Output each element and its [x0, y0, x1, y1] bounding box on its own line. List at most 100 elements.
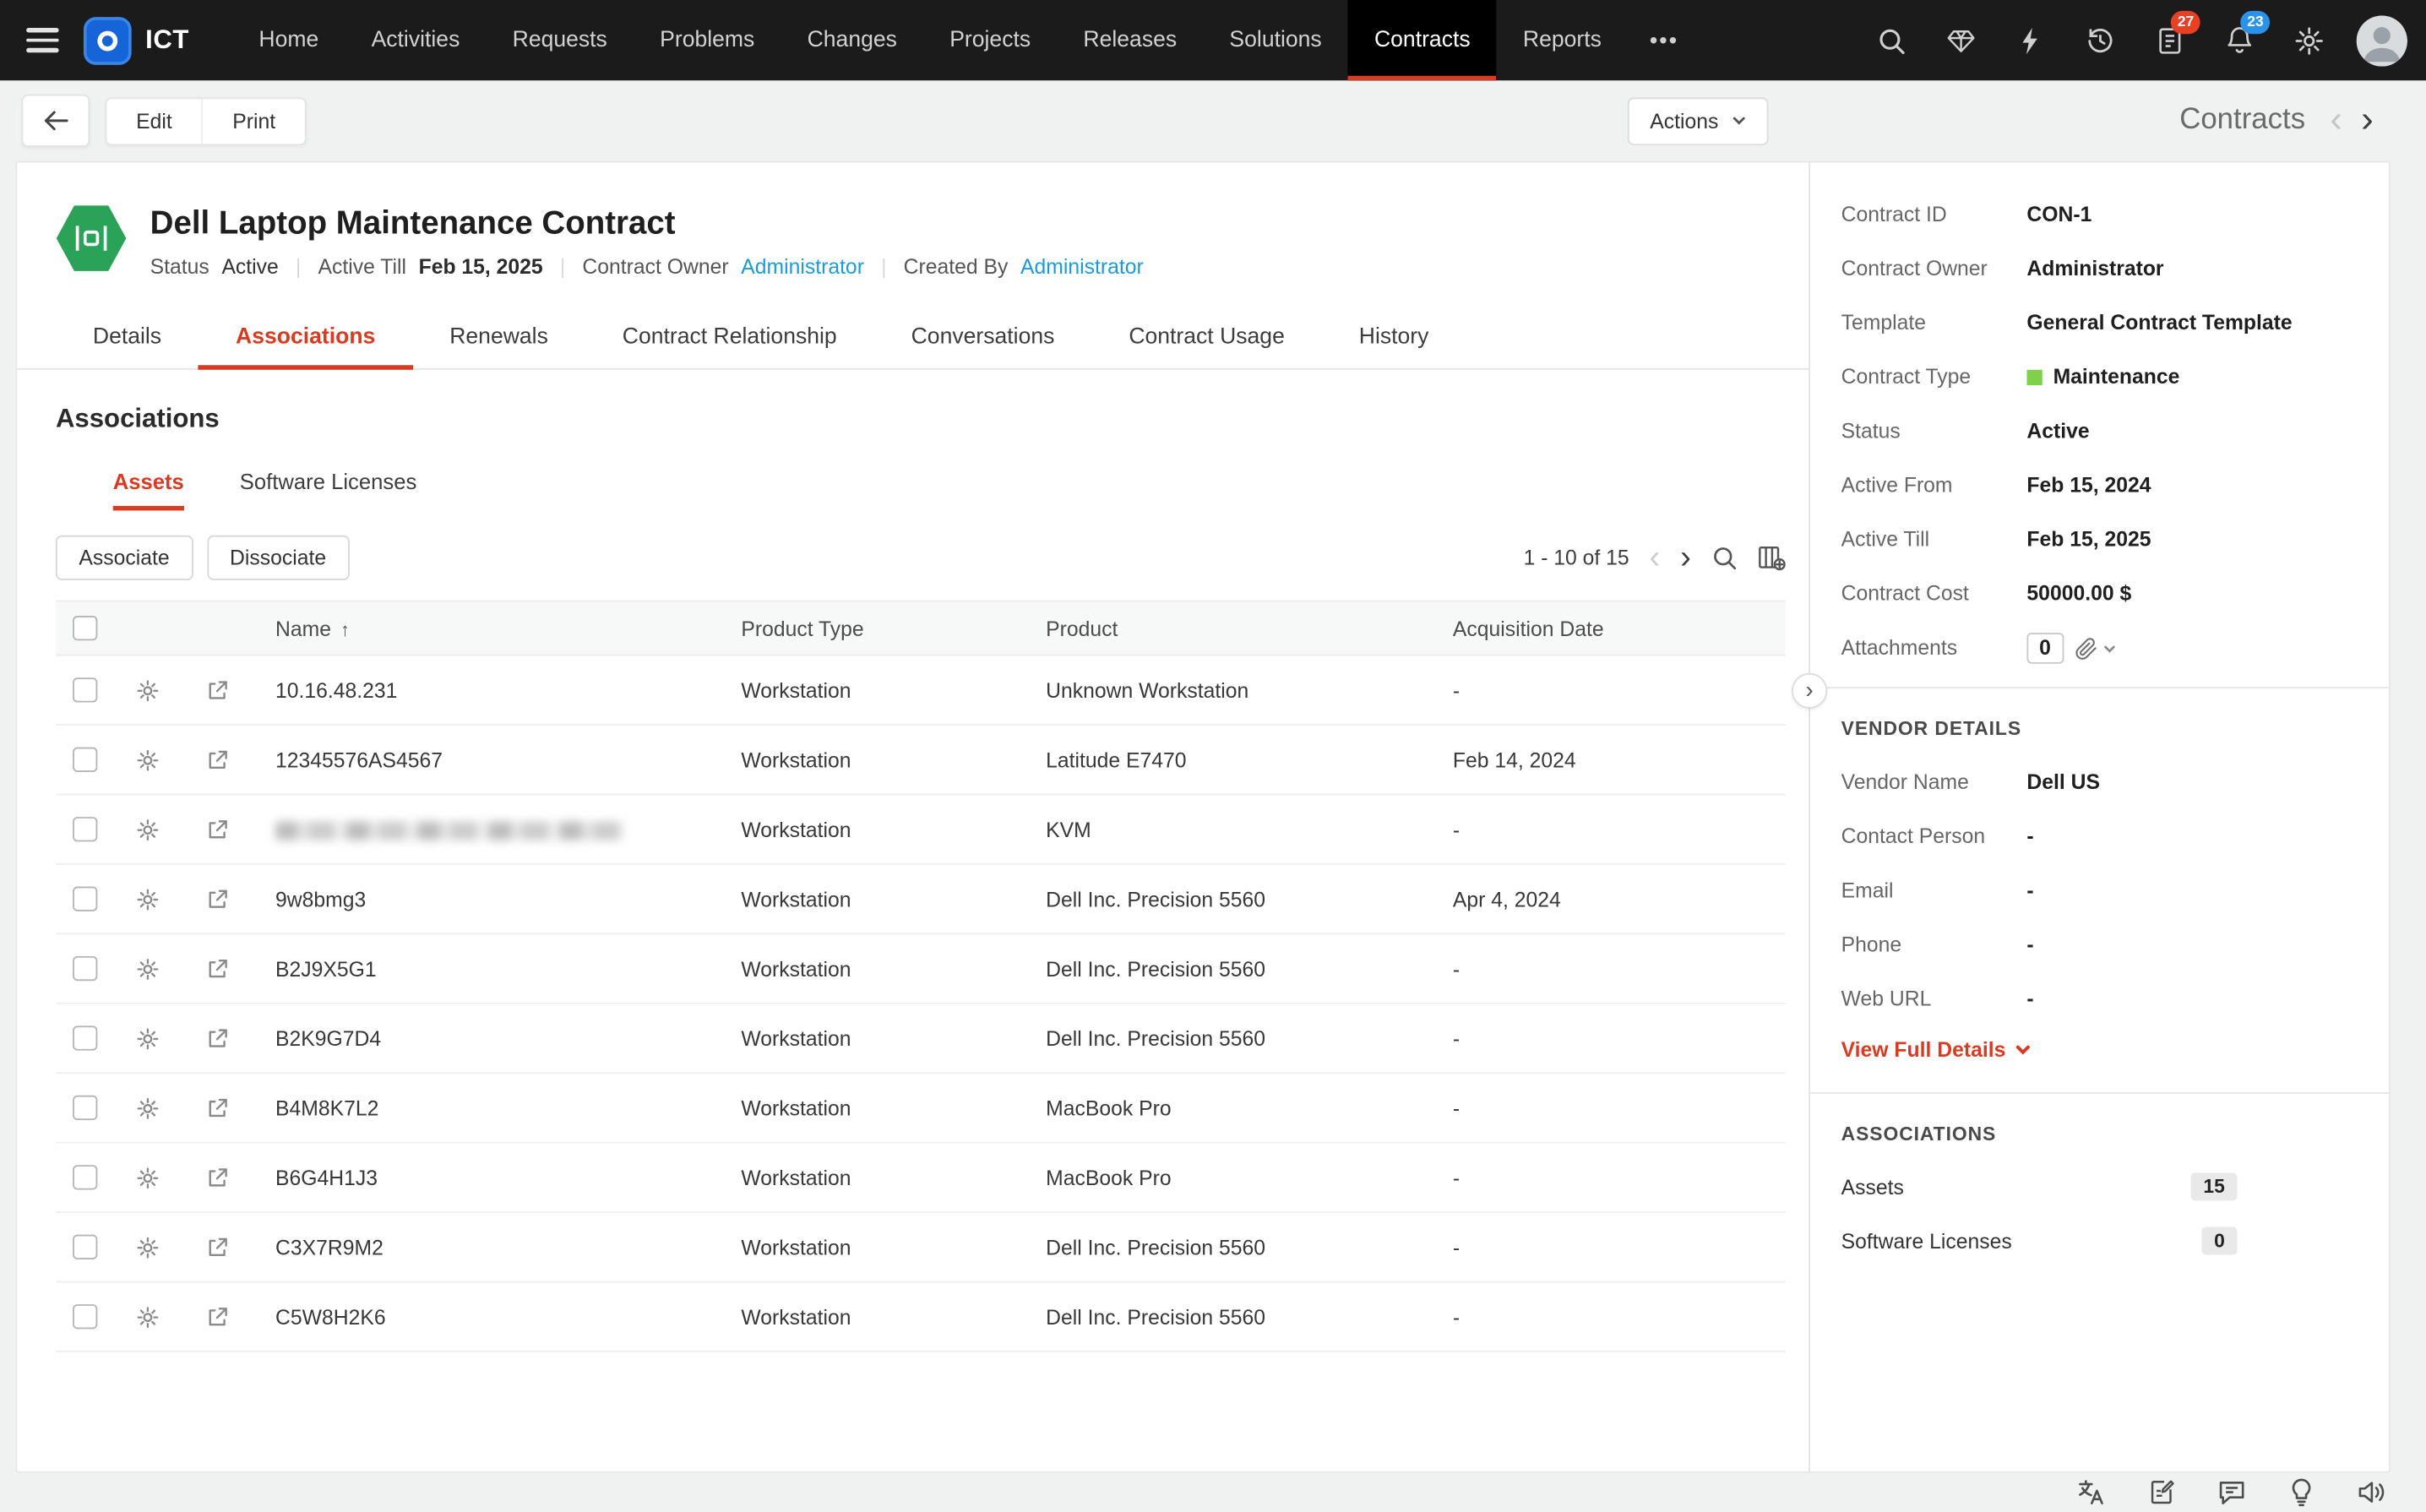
dissociate-button[interactable]: Dissociate: [207, 536, 350, 580]
prev-record-icon[interactable]: ‹: [2320, 102, 2352, 139]
nav-item-requests[interactable]: Requests: [487, 0, 634, 80]
association-count-software-licenses[interactable]: Software Licenses0: [1841, 1226, 2358, 1254]
row-open-record-icon[interactable]: [205, 818, 228, 840]
nav-item-solutions[interactable]: Solutions: [1203, 0, 1348, 80]
user-avatar[interactable]: [2357, 14, 2407, 65]
row-checkbox[interactable]: [73, 1165, 97, 1189]
pagination-prev-icon[interactable]: ‹: [1650, 541, 1661, 574]
nav-item-releases[interactable]: Releases: [1057, 0, 1203, 80]
asset-name[interactable]: 9w8bmg3: [253, 887, 741, 910]
app-brand[interactable]: ICT: [84, 0, 189, 80]
row-checkbox[interactable]: [73, 677, 97, 702]
row-settings-gear-icon[interactable]: [135, 957, 158, 980]
col-product-type[interactable]: Product Type: [741, 617, 1046, 639]
tab-associations[interactable]: Associations: [199, 307, 412, 368]
paperclip-icon[interactable]: [2074, 637, 2115, 660]
nav-item-changes[interactable]: Changes: [781, 0, 923, 80]
row-checkbox[interactable]: [73, 956, 97, 981]
gear-icon[interactable]: [2279, 11, 2338, 70]
tab-renewals[interactable]: Renewals: [412, 307, 585, 368]
feedback-form-icon[interactable]: [2147, 1477, 2175, 1507]
association-subtabs: Assets Software Licenses: [113, 469, 1771, 510]
pagination-next-icon[interactable]: ›: [1680, 541, 1691, 574]
row-settings-gear-icon[interactable]: [135, 818, 158, 840]
table-search-icon[interactable]: [1711, 545, 1738, 571]
row-open-record-icon[interactable]: [205, 1026, 228, 1049]
tab-contract-relationship[interactable]: Contract Relationship: [585, 307, 874, 368]
chat-icon[interactable]: [2217, 1477, 2247, 1507]
next-record-icon[interactable]: ›: [2352, 102, 2383, 139]
row-open-record-icon[interactable]: [205, 957, 228, 980]
association-count-assets[interactable]: Assets15: [1841, 1172, 2358, 1200]
tab-history[interactable]: History: [1322, 307, 1466, 368]
asset-name[interactable]: C5W8H2K6: [253, 1305, 741, 1328]
nav-item-activities[interactable]: Activities: [345, 0, 486, 80]
row-checkbox[interactable]: [73, 817, 97, 841]
asset-name[interactable]: 10.16.48.231: [253, 678, 741, 701]
search-icon[interactable]: [1861, 11, 1920, 70]
bell-icon[interactable]: 23: [2210, 11, 2269, 70]
history-icon[interactable]: [2070, 11, 2130, 70]
nav-item-contracts[interactable]: Contracts: [1348, 0, 1497, 80]
nav-more-button[interactable]: •••: [1628, 0, 1700, 80]
gem-icon[interactable]: [1931, 11, 1990, 70]
announcement-icon[interactable]: [2357, 1477, 2386, 1507]
tab-contract-usage[interactable]: Contract Usage: [1091, 307, 1321, 368]
hamburger-menu-icon[interactable]: [0, 0, 84, 80]
asset-name[interactable]: B2J9X5G1: [253, 957, 741, 980]
asset-name[interactable]: B2K9G7D4: [253, 1026, 741, 1049]
row-settings-gear-icon[interactable]: [135, 1236, 158, 1259]
print-button[interactable]: Print: [202, 98, 305, 143]
col-name[interactable]: Name↑: [253, 617, 741, 639]
tab-conversations[interactable]: Conversations: [874, 307, 1092, 368]
row-open-record-icon[interactable]: [205, 1096, 228, 1119]
row-checkbox[interactable]: [73, 1096, 97, 1120]
subtab-software-licenses[interactable]: Software Licenses: [240, 469, 417, 510]
panel-collapse-icon[interactable]: ›: [1792, 673, 1827, 709]
translate-icon[interactable]: [2076, 1477, 2106, 1507]
row-open-record-icon[interactable]: [205, 1236, 228, 1259]
lamp-icon[interactable]: [2288, 1477, 2314, 1507]
asset-name[interactable]: B4M8K7L2: [253, 1096, 741, 1119]
row-checkbox[interactable]: [73, 1235, 97, 1259]
col-acquisition-date[interactable]: Acquisition Date: [1453, 617, 1786, 639]
asset-name[interactable]: 12345576AS4567: [253, 748, 741, 771]
actions-button[interactable]: Actions: [1629, 96, 1768, 144]
select-all-checkbox[interactable]: [73, 616, 97, 640]
row-settings-gear-icon[interactable]: [135, 1305, 158, 1328]
subtab-assets[interactable]: Assets: [113, 469, 184, 510]
row-checkbox[interactable]: [73, 887, 97, 911]
edit-button[interactable]: Edit: [106, 98, 201, 143]
approvals-doc-icon[interactable]: 27: [2140, 11, 2199, 70]
nav-item-projects[interactable]: Projects: [923, 0, 1057, 80]
nav-item-reports[interactable]: Reports: [1497, 0, 1628, 80]
contract-owner-link[interactable]: Administrator: [741, 255, 864, 278]
asset-name[interactable]: [253, 818, 741, 840]
back-button[interactable]: [22, 95, 90, 147]
row-open-record-icon[interactable]: [205, 887, 228, 910]
asset-name[interactable]: B6G4H1J3: [253, 1166, 741, 1188]
nav-item-home[interactable]: Home: [232, 0, 345, 80]
row-open-record-icon[interactable]: [205, 1166, 228, 1188]
row-settings-gear-icon[interactable]: [135, 748, 158, 771]
tab-details[interactable]: Details: [56, 307, 199, 368]
row-settings-gear-icon[interactable]: [135, 678, 158, 701]
column-settings-icon[interactable]: [1758, 545, 1786, 571]
row-open-record-icon[interactable]: [205, 748, 228, 771]
lightning-icon[interactable]: [2000, 11, 2059, 70]
nav-item-problems[interactable]: Problems: [634, 0, 781, 80]
row-settings-gear-icon[interactable]: [135, 887, 158, 910]
created-by-link[interactable]: Administrator: [1020, 255, 1144, 278]
row-settings-gear-icon[interactable]: [135, 1096, 158, 1119]
view-full-details-link[interactable]: View Full Details: [1841, 1038, 2358, 1061]
col-product[interactable]: Product: [1046, 617, 1453, 639]
row-checkbox[interactable]: [73, 748, 97, 772]
row-open-record-icon[interactable]: [205, 678, 228, 701]
associate-button[interactable]: Associate: [56, 536, 193, 580]
row-settings-gear-icon[interactable]: [135, 1166, 158, 1188]
row-open-record-icon[interactable]: [205, 1305, 228, 1328]
row-checkbox[interactable]: [73, 1304, 97, 1329]
row-settings-gear-icon[interactable]: [135, 1026, 158, 1049]
row-checkbox[interactable]: [73, 1025, 97, 1050]
asset-name[interactable]: C3X7R9M2: [253, 1236, 741, 1259]
